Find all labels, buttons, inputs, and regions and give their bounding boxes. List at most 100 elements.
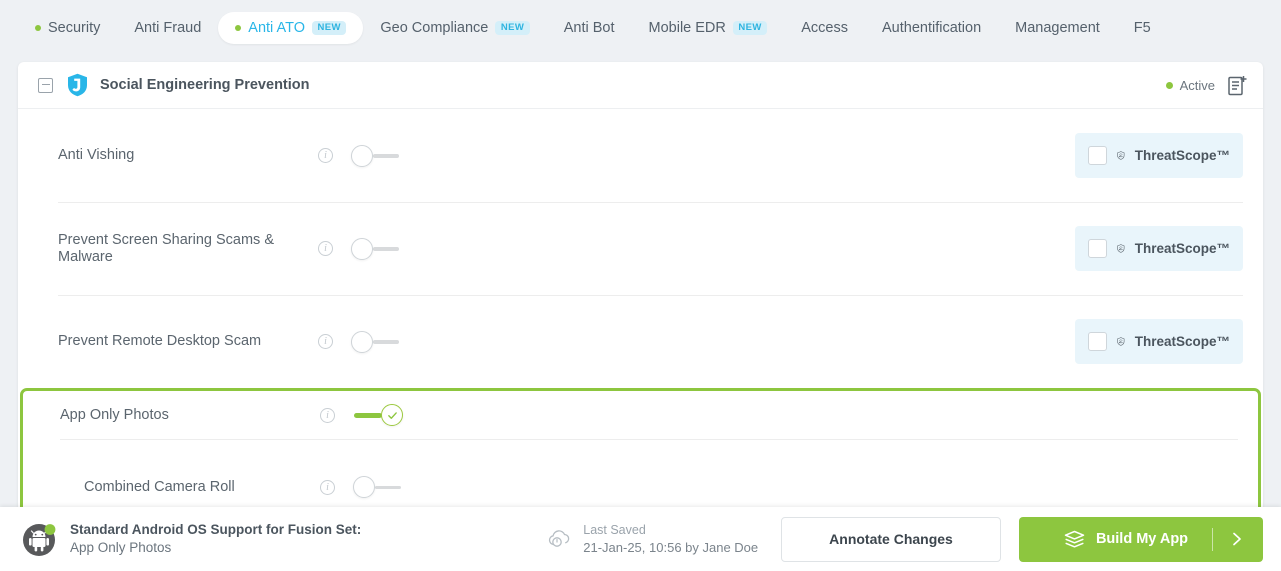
button-divider bbox=[1212, 528, 1213, 551]
toggle-anti-vishing[interactable] bbox=[351, 145, 401, 167]
nav-item-access[interactable]: Access bbox=[784, 12, 865, 44]
new-badge: NEW bbox=[312, 21, 346, 35]
annotate-changes-button[interactable]: Annotate Changes bbox=[781, 517, 1001, 562]
settings-rows: Anti Vishing i ThreatScope™ bbox=[18, 109, 1263, 538]
row-controls: i bbox=[318, 238, 401, 260]
row-controls: i bbox=[318, 331, 401, 353]
row-controls: i bbox=[320, 404, 403, 426]
toggle-knob bbox=[351, 331, 373, 353]
toggle-track bbox=[373, 340, 399, 344]
info-icon[interactable]: i bbox=[320, 480, 335, 495]
card-header-actions: Active bbox=[1166, 75, 1247, 96]
nav-item-label: F5 bbox=[1134, 20, 1151, 36]
table-row: Prevent Screen Sharing Scams & Malware i bbox=[18, 202, 1263, 295]
row-label: App Only Photos bbox=[60, 407, 320, 424]
threatscope-label: ThreatScope™ bbox=[1135, 334, 1230, 349]
row-controls: i bbox=[318, 145, 401, 167]
threatscope-option: ThreatScope™ bbox=[1075, 133, 1243, 178]
toggle-knob bbox=[351, 145, 373, 167]
threatscope-checkbox[interactable] bbox=[1088, 332, 1107, 351]
shield-j-icon bbox=[67, 73, 88, 97]
status-dot-icon bbox=[1166, 82, 1173, 89]
nav-item-label: Anti Bot bbox=[564, 20, 615, 36]
toggle-prevent-remote-desktop[interactable] bbox=[351, 331, 401, 353]
nav-item-anti-fraud[interactable]: Anti Fraud bbox=[117, 12, 218, 44]
layers-icon bbox=[1064, 530, 1085, 549]
fusion-set-title: Standard Android OS Support for Fusion S… bbox=[70, 521, 361, 539]
new-badge: NEW bbox=[733, 21, 767, 35]
last-saved-label: Last Saved bbox=[583, 522, 758, 539]
table-row: App Only Photos i bbox=[23, 391, 1258, 439]
card-header: Social Engineering Prevention Active bbox=[18, 62, 1263, 109]
last-saved-info: Last Saved 21-Jan-25, 10:56 by Jane Doe bbox=[547, 522, 758, 556]
chevron-right-icon[interactable] bbox=[1229, 531, 1245, 547]
threatscope-checkbox[interactable] bbox=[1088, 146, 1107, 165]
toggle-track bbox=[373, 154, 399, 158]
toggle-track bbox=[354, 413, 382, 418]
nav-item-label: Management bbox=[1015, 20, 1100, 36]
threatscope-label: ThreatScope™ bbox=[1135, 241, 1230, 256]
toggle-knob bbox=[351, 238, 373, 260]
row-label: Prevent Screen Sharing Scams & Malware bbox=[58, 232, 318, 265]
last-saved-text: Last Saved 21-Jan-25, 10:56 by Jane Doe bbox=[583, 522, 758, 556]
row-label: Prevent Remote Desktop Scam bbox=[58, 333, 318, 350]
nav-item-label: Authentification bbox=[882, 20, 981, 36]
toggle-track bbox=[373, 247, 399, 251]
social-engineering-prevention-card: Social Engineering Prevention Active Ant… bbox=[18, 62, 1263, 538]
row-label: Combined Camera Roll bbox=[60, 479, 320, 496]
fusion-set-info: Standard Android OS Support for Fusion S… bbox=[70, 521, 361, 557]
nav-item-f5[interactable]: F5 bbox=[1117, 12, 1168, 44]
nav-item-anti-ato[interactable]: Anti ATO NEW bbox=[218, 12, 363, 44]
info-icon[interactable]: i bbox=[318, 241, 333, 256]
new-badge: NEW bbox=[495, 21, 529, 35]
build-button-content: Build My App bbox=[1064, 530, 1218, 549]
nav-item-label: Access bbox=[801, 20, 848, 36]
shield-chart-icon bbox=[1117, 238, 1125, 259]
minus-box-icon[interactable] bbox=[38, 78, 53, 93]
status-label: Active bbox=[1180, 78, 1215, 93]
nav-item-label: Anti ATO bbox=[248, 20, 305, 36]
table-row: Prevent Remote Desktop Scam i ThreatScop… bbox=[18, 295, 1263, 388]
main-navigation: Security Anti Fraud Anti ATO NEW Geo Com… bbox=[0, 0, 1281, 55]
nav-item-anti-bot[interactable]: Anti Bot bbox=[547, 12, 632, 44]
shield-chart-icon bbox=[1117, 145, 1125, 166]
nav-item-label: Security bbox=[48, 20, 100, 36]
last-saved-value: 21-Jan-25, 10:56 by Jane Doe bbox=[583, 539, 758, 557]
info-icon[interactable]: i bbox=[320, 408, 335, 423]
toggle-knob bbox=[353, 476, 375, 498]
nav-item-mobile-edr[interactable]: Mobile EDR NEW bbox=[632, 12, 785, 44]
info-icon[interactable]: i bbox=[318, 334, 333, 349]
threatscope-checkbox[interactable] bbox=[1088, 239, 1107, 258]
info-icon[interactable]: i bbox=[318, 148, 333, 163]
table-row: Anti Vishing i ThreatScope™ bbox=[18, 109, 1263, 202]
shield-chart-icon bbox=[1117, 331, 1125, 352]
nav-status-dot bbox=[35, 25, 41, 31]
nav-item-management[interactable]: Management bbox=[998, 12, 1117, 44]
check-icon bbox=[387, 410, 398, 421]
toggle-track bbox=[375, 486, 401, 490]
fusion-set-subtitle: App Only Photos bbox=[70, 539, 361, 557]
threatscope-label: ThreatScope™ bbox=[1135, 148, 1230, 163]
nav-item-label: Geo Compliance bbox=[380, 20, 488, 36]
footer-bar: Standard Android OS Support for Fusion S… bbox=[0, 507, 1281, 571]
nav-item-authentification[interactable]: Authentification bbox=[865, 12, 998, 44]
nav-item-label: Mobile EDR bbox=[649, 20, 726, 36]
toggle-knob bbox=[381, 404, 403, 426]
nav-item-geo-compliance[interactable]: Geo Compliance NEW bbox=[363, 12, 546, 44]
toggle-app-only-photos[interactable] bbox=[353, 404, 403, 426]
build-my-app-button[interactable]: Build My App bbox=[1019, 517, 1263, 562]
page-title: Social Engineering Prevention bbox=[100, 77, 310, 93]
nav-status-dot bbox=[235, 25, 241, 31]
document-add-icon[interactable] bbox=[1228, 75, 1247, 96]
row-label: Anti Vishing bbox=[58, 147, 318, 164]
row-controls: i bbox=[320, 476, 403, 498]
build-button-label: Build My App bbox=[1096, 531, 1188, 547]
cloud-clock-icon bbox=[547, 528, 571, 550]
android-icon bbox=[23, 522, 57, 556]
toggle-combined-camera-roll[interactable] bbox=[353, 476, 403, 498]
threatscope-option: ThreatScope™ bbox=[1075, 226, 1243, 271]
status-badge: Active bbox=[1166, 78, 1215, 93]
toggle-prevent-screen-sharing[interactable] bbox=[351, 238, 401, 260]
threatscope-option: ThreatScope™ bbox=[1075, 319, 1243, 364]
nav-item-security[interactable]: Security bbox=[18, 12, 117, 44]
